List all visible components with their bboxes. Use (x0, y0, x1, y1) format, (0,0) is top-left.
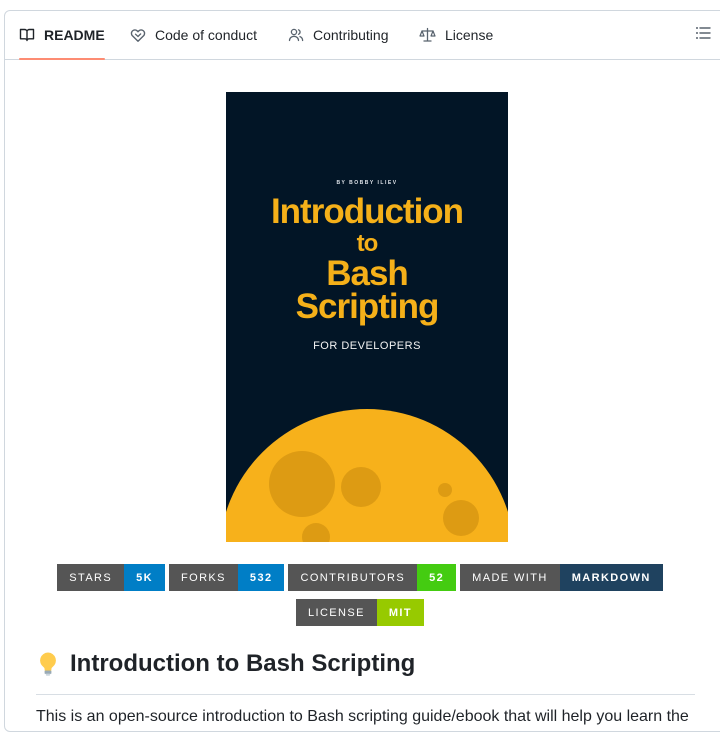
cover-subtitle: FOR DEVELOPERS (313, 340, 421, 352)
readme-heading-text: Introduction to Bash Scripting (70, 650, 416, 677)
tab-contributing-label: Contributing (313, 27, 389, 43)
cover-title-line-4: Scripting (295, 287, 440, 326)
readme-tab-bar: README Code of conduct Contributing Lice (5, 11, 720, 60)
cover-author: BY BOBBY ILIEV (336, 180, 398, 186)
badge-value: MARKDOWN (559, 564, 663, 591)
active-tab-indicator (19, 58, 105, 60)
cover-title-line-1: Introduction (270, 192, 464, 231)
light-bulb-icon (40, 652, 56, 676)
forks-badge[interactable]: FORKS 532 (169, 564, 285, 591)
made-with-markdown-badge[interactable]: MADE WITH MARKDOWN (460, 564, 663, 591)
badge-label: LICENSE (295, 599, 377, 626)
outline-menu-button[interactable] (695, 25, 715, 45)
readme-heading: Introduction to Bash Scripting (36, 650, 415, 678)
stars-badge[interactable]: STARS 5K (57, 564, 166, 591)
moon-illustration (226, 409, 508, 542)
badge-label: CONTRIBUTORS (288, 564, 418, 591)
tab-license[interactable]: License (419, 11, 493, 59)
tab-readme-label: README (44, 27, 105, 43)
badge-label: FORKS (169, 564, 238, 591)
badge-value: 52 (417, 564, 457, 591)
book-icon (19, 28, 35, 42)
license-badge[interactable]: LICENSE MIT (295, 599, 424, 626)
tab-license-label: License (445, 27, 494, 43)
badge-label: MADE WITH (460, 564, 560, 591)
book-cover-image: BY BOBBY ILIEV Introduction to Bash Scri… (226, 92, 508, 542)
code-of-conduct-icon (130, 29, 146, 42)
badges-row-2: LICENSE MIT (0, 599, 720, 626)
list-unordered-icon (696, 27, 711, 39)
badge-value: MIT (376, 599, 424, 626)
tab-code-of-conduct-label: Code of conduct (155, 27, 257, 43)
tab-readme[interactable]: README (19, 11, 105, 60)
badges-row-1: STARS 5K FORKS 532 CONTRIBUTORS 52 MADE … (0, 564, 720, 591)
heading-divider (36, 694, 695, 695)
people-icon (288, 28, 304, 42)
tab-code-of-conduct[interactable]: Code of conduct (130, 11, 257, 59)
badge-value: 5K (124, 564, 166, 591)
intro-paragraph: This is an open-source introduction to B… (36, 708, 689, 725)
badge-value: 532 (237, 564, 285, 591)
contributors-badge[interactable]: CONTRIBUTORS 52 (288, 564, 457, 591)
law-icon (419, 27, 436, 42)
tab-contributing[interactable]: Contributing (288, 11, 389, 59)
badge-label: STARS (57, 564, 125, 591)
